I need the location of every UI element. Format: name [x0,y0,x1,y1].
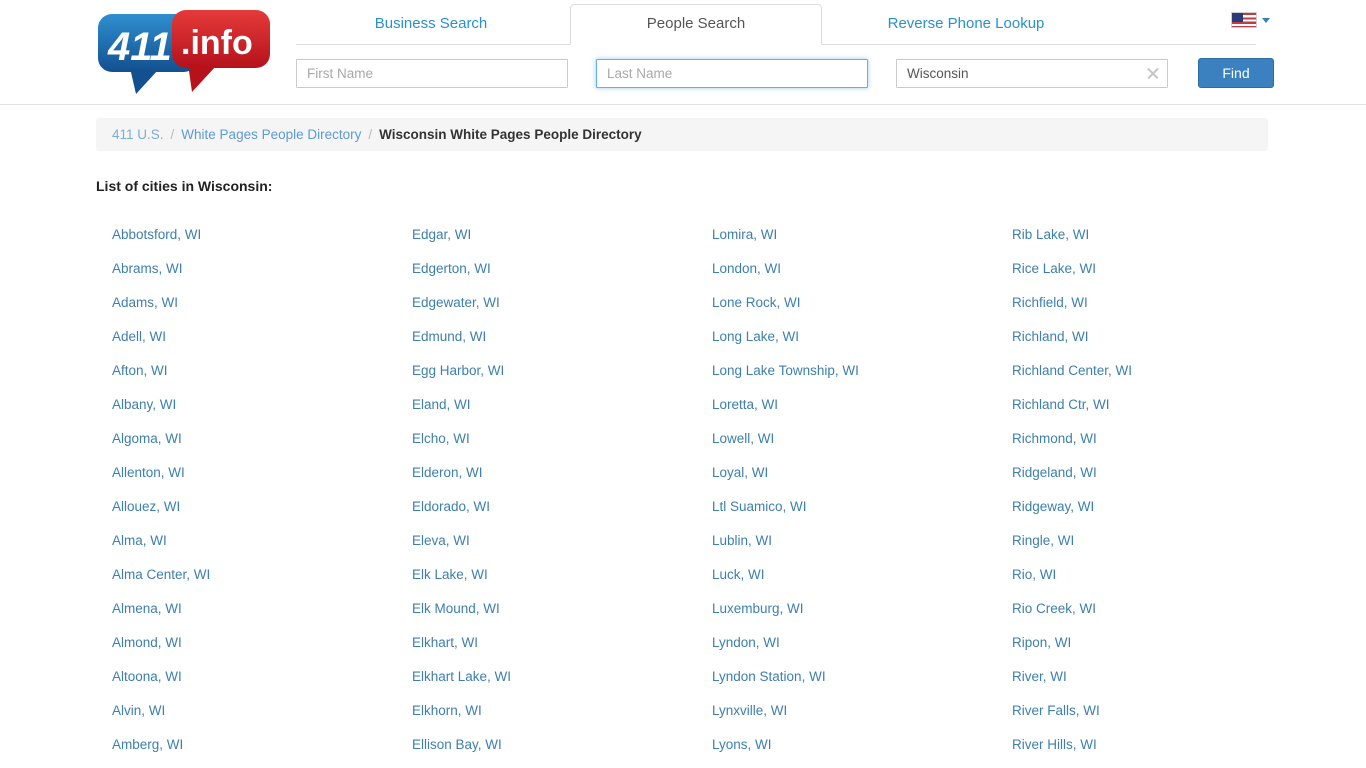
city-link[interactable]: Almond, WI [96,626,396,660]
city-link[interactable]: Rio, WI [996,558,1296,592]
city-link[interactable]: Elk Lake, WI [396,558,696,592]
city-link[interactable]: Edmund, WI [396,320,696,354]
city-link[interactable]: River Falls, WI [996,694,1296,728]
city-link[interactable]: Ringle, WI [996,524,1296,558]
city-link[interactable]: Edgar, WI [396,218,696,252]
city-link[interactable]: Richland, WI [996,320,1296,354]
city-link[interactable]: Luxemburg, WI [696,592,996,626]
city-link[interactable]: Almena, WI [96,592,396,626]
breadcrumb-separator: / [170,127,175,142]
city-link[interactable]: Edgerton, WI [396,252,696,286]
city-link[interactable]: Lomira, WI [696,218,996,252]
city-link[interactable]: Elkhorn, WI [396,694,696,728]
city-link[interactable]: Algoma, WI [96,422,396,456]
city-link[interactable]: Rib Lake, WI [996,218,1296,252]
breadcrumb-separator: / [368,127,373,142]
city-link[interactable]: Eland, WI [396,388,696,422]
svg-text:.info: .info [181,24,253,62]
location-field-wrapper [896,58,1168,88]
breadcrumb: 411 U.S. / White Pages People Directory … [96,118,1268,151]
city-link[interactable]: River Hills, WI [996,728,1296,762]
city-link[interactable]: Long Lake, WI [696,320,996,354]
city-link[interactable]: Ripon, WI [996,626,1296,660]
tab-people-search[interactable]: People Search [570,4,822,45]
city-link[interactable]: Edgewater, WI [396,286,696,320]
city-link[interactable]: Rice Lake, WI [996,252,1296,286]
city-link[interactable]: Alma, WI [96,524,396,558]
breadcrumb-item-white-pages-people-directory[interactable]: White Pages People Directory [181,127,361,142]
city-link[interactable]: Eleva, WI [396,524,696,558]
location-input[interactable] [896,58,1168,88]
svg-text:411: 411 [107,25,172,69]
city-link[interactable]: Afton, WI [96,354,396,388]
city-link[interactable]: Allenton, WI [96,456,396,490]
site-header: 411 .info Business Search People Search … [0,0,1366,105]
tab-business-search[interactable]: Business Search [296,4,566,45]
site-logo[interactable]: 411 .info [96,10,272,94]
last-name-input[interactable] [596,58,868,88]
tab-reverse-phone-lookup[interactable]: Reverse Phone Lookup [826,4,1106,45]
close-icon[interactable] [1145,66,1160,81]
city-link[interactable]: Ridgeland, WI [996,456,1296,490]
breadcrumb-item-411-us[interactable]: 411 U.S. [112,127,164,142]
city-link[interactable]: Allouez, WI [96,490,396,524]
city-link[interactable]: London, WI [696,252,996,286]
city-link[interactable]: Loretta, WI [696,388,996,422]
city-link[interactable]: Elk Mound, WI [396,592,696,626]
search-tabs: Business Search People Search Reverse Ph… [296,0,1256,45]
city-link[interactable]: Altoona, WI [96,660,396,694]
first-name-input[interactable] [296,58,568,88]
city-link[interactable]: Elcho, WI [396,422,696,456]
city-link[interactable]: Amberg, WI [96,728,396,762]
city-link[interactable]: Lynxville, WI [696,694,996,728]
city-link[interactable]: Richland Center, WI [996,354,1296,388]
city-link[interactable]: Lyndon Station, WI [696,660,996,694]
city-link[interactable]: Albany, WI [96,388,396,422]
logo-411-info-icon: 411 .info [98,10,270,94]
locale-selector[interactable] [1231,12,1270,28]
city-link[interactable]: Lone Rock, WI [696,286,996,320]
city-link[interactable]: Abbotsford, WI [96,218,396,252]
find-button[interactable]: Find [1198,58,1274,88]
city-link[interactable]: Alvin, WI [96,694,396,728]
city-link[interactable]: Ltl Suamico, WI [696,490,996,524]
us-flag-icon [1231,12,1257,28]
city-link[interactable]: Ridgeway, WI [996,490,1296,524]
chevron-down-icon [1262,17,1270,23]
city-list: Abbotsford, WI Abrams, WI Adams, WI Adell, … [96,218,1276,762]
city-link[interactable]: Richland Ctr, WI [996,388,1296,422]
city-link[interactable]: Ellison Bay, WI [396,728,696,762]
city-link[interactable]: Luck, WI [696,558,996,592]
city-link[interactable]: Lublin, WI [696,524,996,558]
city-link[interactable]: Long Lake Township, WI [696,354,996,388]
city-link[interactable]: Elkhart Lake, WI [396,660,696,694]
city-link[interactable]: Lyons, WI [696,728,996,762]
city-link[interactable]: Loyal, WI [696,456,996,490]
people-search-form: Find [296,58,1274,88]
city-link[interactable]: Lowell, WI [696,422,996,456]
city-link[interactable]: Richfield, WI [996,286,1296,320]
breadcrumb-item-current: Wisconsin White Pages People Directory [379,127,642,142]
city-link[interactable]: Rio Creek, WI [996,592,1296,626]
city-link[interactable]: Elderon, WI [396,456,696,490]
city-link[interactable]: Lyndon, WI [696,626,996,660]
city-link[interactable]: Abrams, WI [96,252,396,286]
city-link[interactable]: Egg Harbor, WI [396,354,696,388]
city-link[interactable]: Richmond, WI [996,422,1296,456]
city-link[interactable]: River, WI [996,660,1296,694]
city-link[interactable]: Adams, WI [96,286,396,320]
city-link[interactable]: Eldorado, WI [396,490,696,524]
city-link[interactable]: Adell, WI [96,320,396,354]
city-link[interactable]: Alma Center, WI [96,558,396,592]
city-link[interactable]: Elkhart, WI [396,626,696,660]
page-title: List of cities in Wisconsin: [96,178,273,194]
